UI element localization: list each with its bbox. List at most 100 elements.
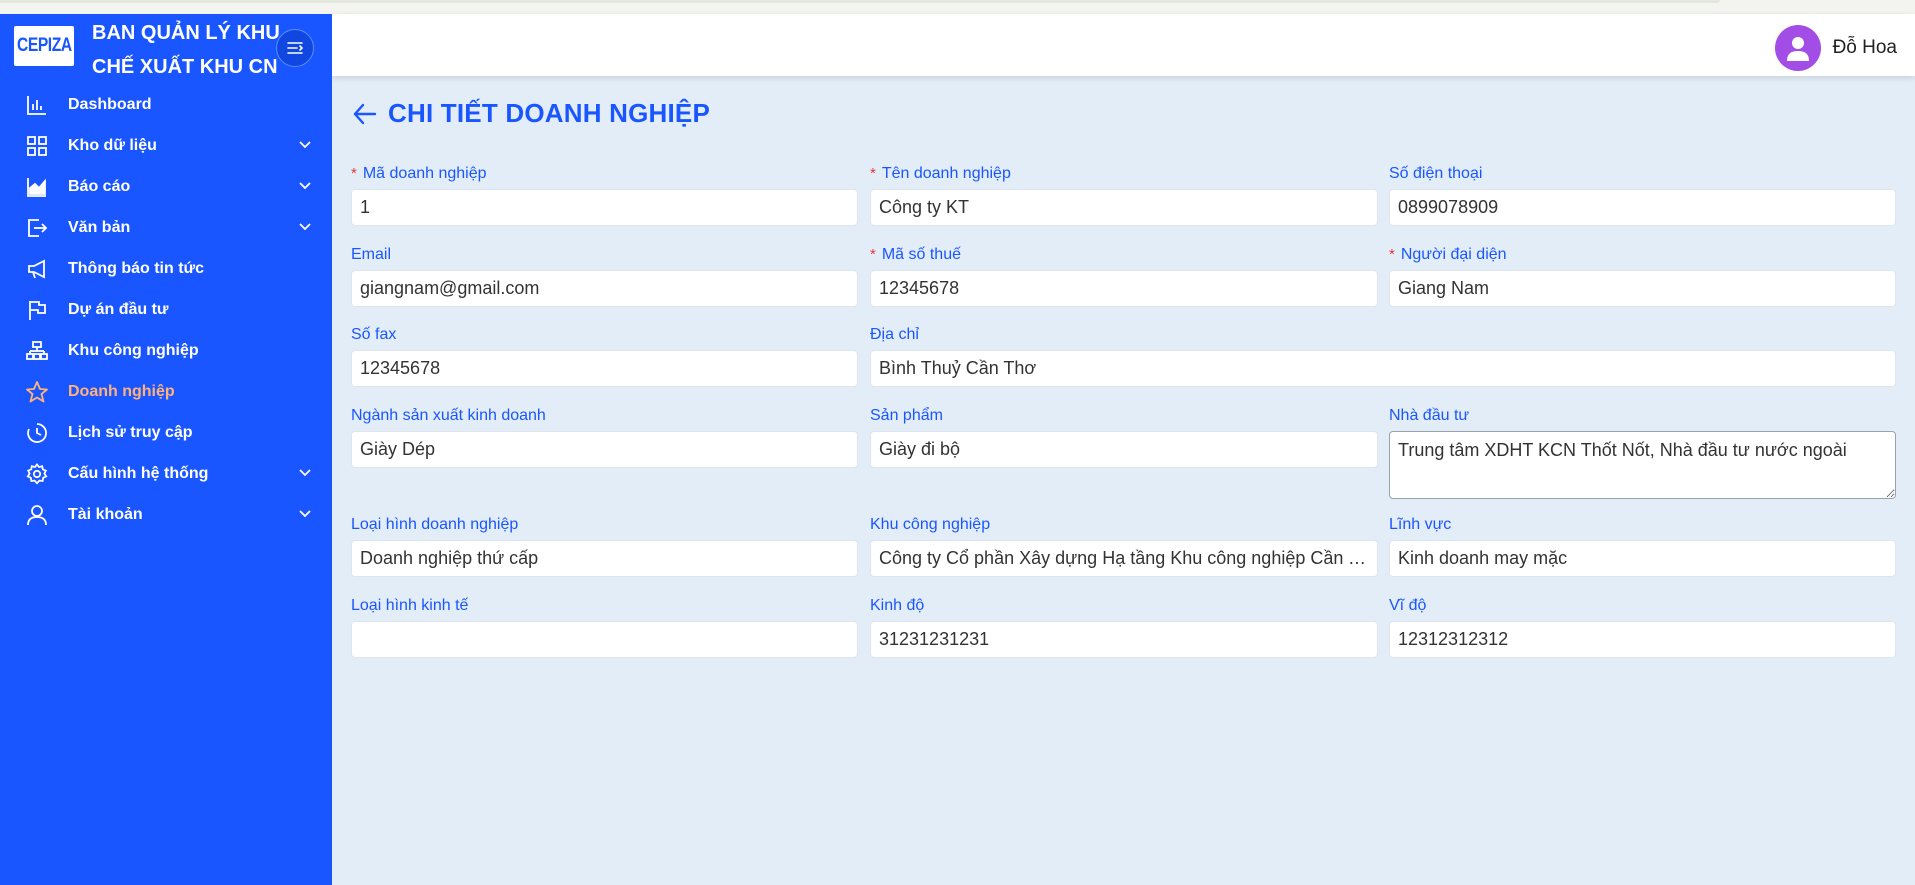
top-header: Đỗ Hoa (332, 14, 1915, 76)
field-label: * Mã số thuế (870, 245, 1378, 265)
field-nha-dau-tu: Nhà đầu tư Trung tâm XDHT KCN Thốt Nốt, … (1389, 406, 1896, 499)
star-icon (24, 379, 50, 405)
sidebar-item-label: Tài khoản (68, 505, 143, 523)
khu-cong-nghiep-input[interactable]: Công ty Cổ phần Xây dựng Hạ tầng Khu côn… (870, 540, 1378, 577)
field-label: * Người đại diện (1389, 245, 1896, 265)
sidebar-item-du-an-dau-tu[interactable]: Dự án đầu tư (0, 289, 332, 330)
sidebar-item-lich-su-truy-cap[interactable]: Lịch sử truy cập (0, 412, 332, 453)
field-label: * Mã doanh nghiệp (351, 164, 858, 184)
field-label: Khu công nghiệp (870, 516, 991, 533)
brand-title: BAN QUẢN LÝ KHU CHẾ XUẤT KHU CN (92, 22, 280, 78)
sidebar-item-label: Lịch sử truy cập (68, 423, 193, 441)
field-khu-cong-nghiep: Khu công nghiệp Công ty Cổ phần Xây dựng… (870, 515, 1378, 577)
field-label: Email (351, 246, 392, 263)
sidebar-item-tai-khoan[interactable]: Tài khoản (0, 494, 332, 535)
loai-hinh-doanh-nghiep-input[interactable]: Doanh nghiệp thứ cấp (351, 540, 858, 577)
field-kinh-do: Kinh độ 31231231231 (870, 596, 1378, 658)
gear-icon (24, 461, 50, 487)
vi-do-input[interactable]: 12312312312 (1389, 621, 1896, 658)
field-label: Loại hình kinh tế (351, 597, 469, 614)
grid-icon (24, 133, 50, 159)
page-title-row: CHI TIẾT DOANH NGHIỆP (352, 98, 710, 129)
sidebar-item-label: Dashboard (68, 95, 152, 113)
sidebar-item-label: Khu công nghiệp (68, 341, 199, 359)
field-label: Sản phẩm (870, 407, 943, 424)
field-linh-vuc: Lĩnh vực Kinh doanh may mặc (1389, 515, 1896, 577)
field-so-dien-thoai: Số điện thoại 0899078909 (1389, 164, 1896, 226)
required-marker: * (870, 165, 876, 182)
kinh-do-input[interactable]: 31231231231 (870, 621, 1378, 658)
ten-doanh-nghiep-input[interactable]: Công ty KT (870, 189, 1378, 226)
label-text: Người đại diện (1400, 246, 1507, 263)
sidebar-item-bao-cao[interactable]: Báo cáo (0, 166, 332, 207)
bar-chart-icon (24, 92, 50, 118)
sidebar-nav: Dashboard Kho dữ liệu Báo cáo Văn bản Th… (0, 84, 332, 535)
logo-text: CEPIZA (16, 35, 72, 56)
menu-toggle-button[interactable] (276, 29, 314, 67)
required-marker: * (351, 165, 357, 182)
field-loai-hinh-doanh-nghiep: Loại hình doanh nghiệp Doanh nghiệp thứ … (351, 515, 858, 577)
nguoi-dai-dien-input[interactable]: Giang Nam (1389, 270, 1896, 307)
field-san-pham: Sản phẩm Giày đi bộ (870, 406, 1378, 468)
field-label: Số fax (351, 326, 397, 343)
main-content: CHI TIẾT DOANH NGHIỆP * Mã doanh nghiệp 1… (332, 76, 1915, 885)
required-marker: * (1389, 246, 1395, 263)
sidebar-item-doanh-nghiep[interactable]: Doanh nghiệp (0, 371, 332, 412)
avatar[interactable] (1774, 25, 1821, 71)
sidebar: CEPIZA BAN QUẢN LÝ KHU CHẾ XUẤT KHU CN D… (0, 14, 332, 885)
field-ten-doanh-nghiep: * Tên doanh nghiệp Công ty KT (870, 164, 1378, 226)
field-loai-hinh-kinh-te: Loại hình kinh tế (351, 596, 858, 658)
linh-vuc-input[interactable]: Kinh doanh may mặc (1389, 540, 1896, 577)
sidebar-item-kho-du-lieu[interactable]: Kho dữ liệu (0, 125, 332, 166)
sidebar-item-label: Doanh nghiệp (68, 382, 175, 400)
field-label: Địa chỉ (870, 326, 919, 343)
chevron-down-icon (299, 510, 311, 518)
user-avatar-icon (1786, 37, 1809, 61)
sidebar-item-thong-bao-tin-tuc[interactable]: Thông báo tin tức (0, 248, 332, 289)
email-input[interactable]: giangnam@gmail.com (351, 270, 858, 307)
field-vi-do: Vĩ độ 12312312312 (1389, 596, 1896, 658)
field-email: Email giangnam@gmail.com (351, 245, 858, 307)
ma-so-thue-input[interactable]: 12345678 (870, 270, 1378, 307)
menu-fold-icon (287, 42, 304, 54)
sidebar-item-cau-hinh-he-thong[interactable]: Cấu hình hệ thống (0, 453, 332, 494)
user-menu[interactable]: Đỗ Hoa (1774, 25, 1897, 71)
so-fax-input[interactable]: 12345678 (351, 350, 858, 387)
label-text: Mã số thuế (881, 246, 961, 263)
brand-header: CEPIZA BAN QUẢN LÝ KHU CHẾ XUẤT KHU CN (0, 14, 332, 84)
area-chart-icon (24, 174, 50, 200)
sidebar-item-khu-cong-nghiep[interactable]: Khu công nghiệp (0, 330, 332, 371)
field-nguoi-dai-dien: * Người đại diện Giang Nam (1389, 245, 1896, 307)
chevron-down-icon (299, 469, 311, 477)
sidebar-item-label: Dự án đầu tư (68, 300, 169, 318)
san-pham-input[interactable]: Giày đi bộ (870, 431, 1378, 468)
user-icon (24, 502, 50, 528)
chevron-down-icon (299, 182, 311, 190)
field-label: Kinh độ (870, 597, 925, 614)
sidebar-item-dashboard[interactable]: Dashboard (0, 84, 332, 125)
nha-dau-tu-textarea[interactable]: Trung tâm XDHT KCN Thốt Nốt, Nhà đầu tư … (1389, 431, 1896, 499)
export-icon (24, 215, 50, 241)
ma-doanh-nghiep-input[interactable]: 1 (351, 189, 858, 226)
field-label: Vĩ độ (1389, 597, 1427, 614)
loai-hinh-kinh-te-input[interactable] (351, 621, 858, 658)
dia-chi-input[interactable]: Bình Thuỷ Cần Thơ (870, 350, 1896, 387)
label-text: Mã doanh nghiệp (362, 165, 487, 182)
browser-top-strip (0, 0, 1915, 14)
cepiza-logo: CEPIZA (14, 26, 74, 66)
chevron-down-icon (299, 141, 311, 149)
sidebar-item-label: Kho dữ liệu (68, 136, 157, 154)
field-label: Loại hình doanh nghiệp (351, 516, 519, 533)
field-label: Số điện thoại (1389, 165, 1483, 182)
cluster-icon (24, 338, 50, 364)
required-marker: * (870, 246, 876, 263)
field-label: Lĩnh vực (1389, 516, 1452, 533)
field-ma-so-thue: * Mã số thuế 12345678 (870, 245, 1378, 307)
sidebar-item-van-ban[interactable]: Văn bản (0, 207, 332, 248)
back-arrow-icon[interactable] (352, 101, 378, 127)
nganh-san-xuat-input[interactable]: Giày Dép (351, 431, 858, 468)
field-dia-chi: Địa chỉ Bình Thuỷ Cần Thơ (870, 325, 1896, 387)
field-label: Ngành sản xuất kinh doanh (351, 407, 546, 424)
so-dien-thoai-input[interactable]: 0899078909 (1389, 189, 1896, 226)
field-nganh-san-xuat: Ngành sản xuất kinh doanh Giày Dép (351, 406, 858, 468)
